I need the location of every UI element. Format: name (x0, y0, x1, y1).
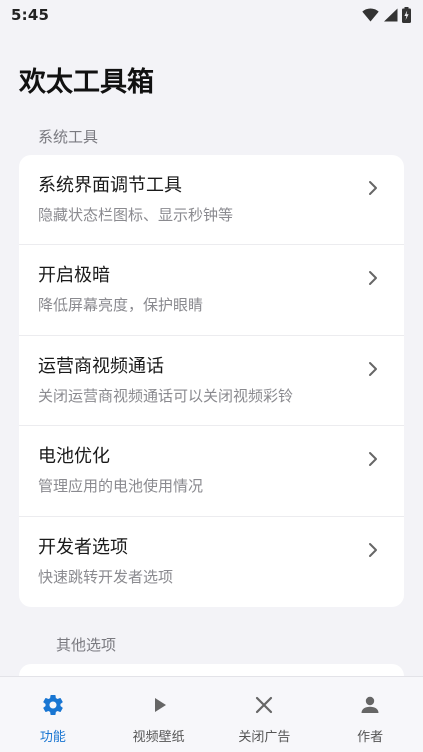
signal-icon (383, 8, 398, 22)
play-icon (147, 693, 171, 717)
list-item-subtitle: 隐藏状态栏图标、显示秒钟等 (38, 206, 234, 224)
status-time: 5:45 (11, 6, 50, 24)
nav-item-features[interactable]: 功能 (0, 677, 106, 752)
list-item-extra-dim[interactable]: 开启极暗 降低屏幕亮度，保护眼睛 (19, 245, 404, 336)
wifi-icon (362, 8, 379, 22)
nav-label: 关闭广告 (238, 730, 291, 745)
person-icon (358, 693, 382, 717)
app-title: 欢太工具箱 (19, 67, 154, 98)
gear-icon (41, 693, 65, 717)
list-item-carrier-video-call[interactable]: 运营商视频通话 关闭运营商视频通话可以关闭视频彩铃 (19, 336, 404, 427)
nav-label: 作者 (357, 730, 384, 745)
status-bar: 5:45 (0, 0, 423, 30)
chevron-right-icon (368, 361, 378, 381)
chevron-right-icon (368, 542, 378, 562)
nav-item-close-ads[interactable]: 关闭广告 (212, 677, 318, 752)
nav-label: 视频壁纸 (132, 730, 185, 745)
list-item-subtitle: 管理应用的电池使用情况 (38, 477, 204, 496)
nav-label: 功能 (39, 730, 66, 745)
list-item-developer-options[interactable]: 开发者选项 快速跳转开发者选项 (19, 517, 404, 607)
list-item-system-ui-tuner[interactable]: 系统界面调节工具 隐藏状态栏图标、显示秒钟等 (19, 155, 404, 246)
system-tools-card: 系统界面调节工具 隐藏状态栏图标、显示秒钟等 开启极暗 降低屏幕亮度，保护眼睛 … (19, 155, 404, 607)
chevron-right-icon (368, 451, 378, 471)
list-item-battery-optimization[interactable]: 电池优化 管理应用的电池使用情况 (19, 426, 404, 517)
status-icons (362, 7, 411, 23)
list-item-title: 开发者选项 (38, 536, 128, 558)
section-label-system-tools: 系统工具 (38, 128, 99, 146)
nav-item-video-wallpaper[interactable]: 视频壁纸 (106, 677, 212, 752)
list-item-title: 开启极暗 (38, 265, 110, 287)
list-item-title: 系统界面调节工具 (38, 175, 182, 196)
list-item-subtitle: 降低屏幕亮度，保护眼睛 (38, 296, 204, 315)
close-icon (252, 693, 276, 717)
nav-item-author[interactable]: 作者 (317, 677, 423, 752)
battery-charging-icon (402, 7, 411, 23)
chevron-right-icon (368, 180, 378, 200)
bottom-nav: 功能 视频壁纸 关闭广告 作者 (0, 676, 423, 752)
list-item-title: 运营商视频通话 (38, 355, 164, 377)
list-item-title: 电池优化 (38, 446, 110, 468)
section-label-other-options: 其他选项 (56, 636, 117, 654)
list-item-subtitle: 快速跳转开发者选项 (38, 567, 174, 586)
chevron-right-icon (368, 270, 378, 290)
list-item-subtitle: 关闭运营商视频通话可以关闭视频彩铃 (38, 386, 294, 405)
